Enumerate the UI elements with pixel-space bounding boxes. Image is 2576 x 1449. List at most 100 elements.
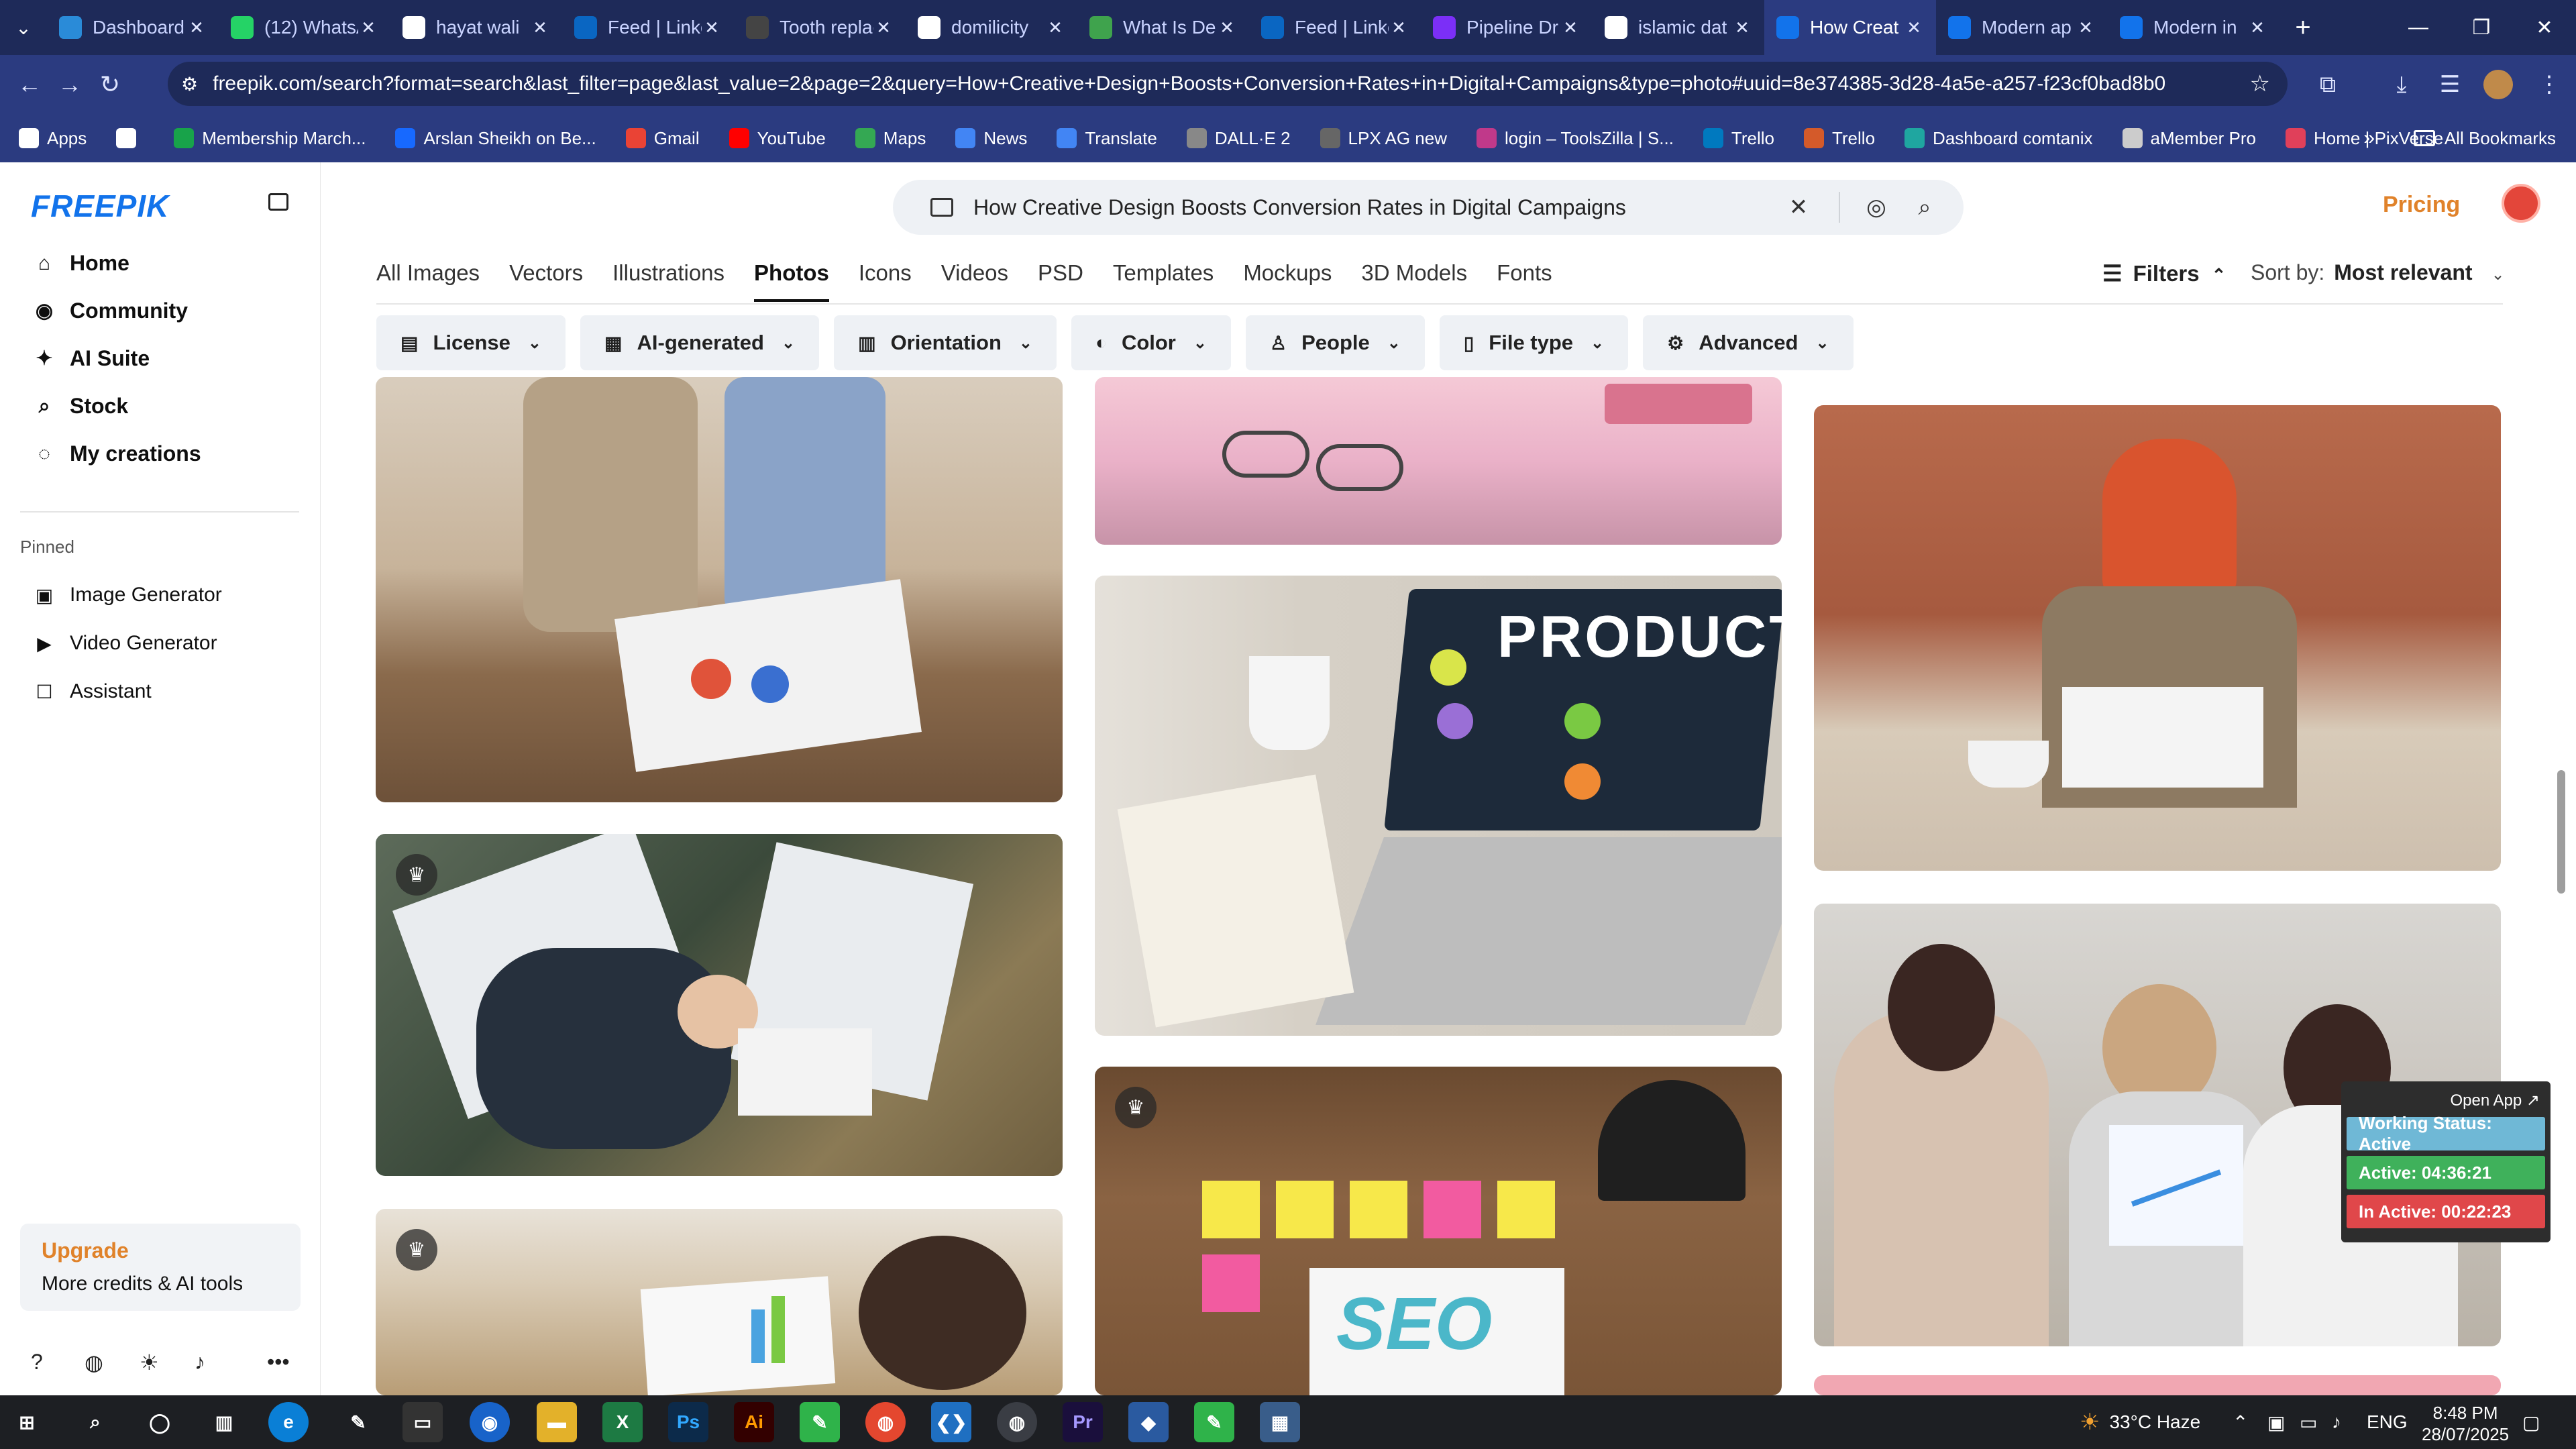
close-tab-icon[interactable]: ✕	[1217, 17, 1237, 38]
all-bookmarks-button[interactable]: All Bookmarks	[2413, 128, 2556, 149]
close-tab-icon[interactable]: ✕	[1904, 17, 1924, 38]
photoshop-icon[interactable]: Ps	[668, 1402, 708, 1442]
site-info-icon[interactable]: ⚙	[181, 73, 198, 95]
clear-search-icon[interactable]: ✕	[1778, 180, 1819, 235]
url-field[interactable]: ⚙ freepik.com/search?format=search&last_…	[168, 62, 2288, 106]
back-icon[interactable]: ←	[9, 55, 50, 114]
browser-tab[interactable]: Tooth replacement✕	[734, 0, 906, 55]
discord-icon[interactable]: ◍	[85, 1350, 103, 1375]
chrome-icon[interactable]: ◍	[865, 1402, 906, 1442]
browser-tab[interactable]: What Is De ✕	[1077, 0, 1249, 55]
close-tab-icon[interactable]: ✕	[1045, 17, 1065, 38]
sidebar-item-community[interactable]: ◉ Community	[31, 299, 188, 323]
tab-photos[interactable]: Photos	[754, 260, 829, 302]
reload-icon[interactable]: ↻	[90, 55, 130, 114]
filter-license-dropdown[interactable]: ▤ License ⌄	[376, 315, 566, 370]
bookmark-item[interactable]: YouTube	[729, 128, 826, 149]
edge-icon[interactable]: e	[268, 1402, 309, 1442]
sidebar-pinned-assistant[interactable]: ☐ Assistant	[31, 680, 151, 703]
vscode-icon[interactable]: ❮❯	[931, 1402, 971, 1442]
tab-templates[interactable]: Templates	[1113, 260, 1214, 302]
user-avatar[interactable]	[2502, 184, 2540, 223]
sidebar-item-stock[interactable]: ⌕ Stock	[31, 394, 129, 419]
photo-tired-businessman[interactable]: ♛	[376, 834, 1063, 1176]
windows-start-icon[interactable]: ⊞	[7, 1402, 47, 1442]
tab-mockups[interactable]: Mockups	[1243, 260, 1332, 302]
tab-all-images[interactable]: All Images	[376, 260, 480, 302]
system-clock[interactable]: 8:48 PM 28/07/2025	[2422, 1402, 2509, 1445]
help-icon[interactable]: ?	[31, 1350, 43, 1375]
forward-icon[interactable]: →	[50, 55, 90, 114]
filter-people-dropdown[interactable]: ♙ People ⌄	[1245, 315, 1425, 370]
browser-menu-icon[interactable]: ⋮	[2522, 55, 2576, 114]
tray-app-icon[interactable]: ▣	[2267, 1395, 2285, 1449]
filter-color-dropdown[interactable]: ◐ Color ⌄	[1071, 315, 1231, 370]
weather-widget[interactable]: ☀ 33°C Haze	[2080, 1395, 2200, 1449]
browser-tab[interactable]: domilicity ✕	[906, 0, 1077, 55]
bookmark-item[interactable]	[116, 128, 144, 148]
filter-advanced-dropdown[interactable]: ⚙ Advanced ⌄	[1643, 315, 1854, 370]
bookmark-item[interactable]: Translate	[1057, 128, 1157, 149]
photo-team-charts-overhead[interactable]: ♛	[376, 1209, 1063, 1395]
close-tab-icon[interactable]: ✕	[2247, 17, 2267, 38]
close-tab-icon[interactable]: ✕	[186, 17, 207, 38]
close-window-button[interactable]: ✕	[2514, 0, 2575, 55]
task-view-icon[interactable]: ▥	[204, 1402, 244, 1442]
taskbar-search-icon[interactable]: ⌕	[75, 1402, 115, 1442]
sidebar-item-my-creations[interactable]: ◌ My creations	[31, 441, 201, 466]
more-options-icon[interactable]: •••	[267, 1350, 290, 1375]
download-icon[interactable]: ⤓	[2375, 55, 2428, 114]
tab-search-menu-icon[interactable]: ⌄	[0, 0, 47, 55]
filter-ai-generated-dropdown[interactable]: ▦ AI-generated ⌄	[580, 315, 820, 370]
bookmark-item[interactable]: Trello	[1803, 128, 1875, 149]
app-diamond-icon[interactable]: ◆	[1128, 1402, 1169, 1442]
extensions-icon[interactable]: ⧉	[2301, 55, 2355, 114]
browser-tab[interactable]: Feed | LinkedIn✕	[562, 0, 734, 55]
theme-icon[interactable]: ☀	[140, 1350, 159, 1375]
browser-tab[interactable]: (12) WhatsApp✕	[219, 0, 390, 55]
tab-illustrations[interactable]: Illustrations	[612, 260, 724, 302]
close-tab-icon[interactable]: ✕	[1732, 17, 1752, 38]
bookmark-item[interactable]: aMember Pro	[2122, 128, 2256, 149]
tab-vectors[interactable]: Vectors	[509, 260, 583, 302]
browser-tab[interactable]: Dashboard ✕	[47, 0, 219, 55]
browser-tab[interactable]: Feed | LinkedIn✕	[1249, 0, 1421, 55]
tab-icons[interactable]: Icons	[859, 260, 912, 302]
close-tab-icon[interactable]: ✕	[530, 17, 550, 38]
pricing-link[interactable]: Pricing	[2383, 192, 2460, 218]
bookmark-item[interactable]: LPX AG new	[1320, 128, 1447, 149]
close-tab-icon[interactable]: ✕	[2076, 17, 2096, 38]
green-pen-icon[interactable]: ✎	[1194, 1402, 1234, 1442]
bookmark-item[interactable]: Arslan Sheikh on Be...	[395, 128, 596, 149]
close-tab-icon[interactable]: ✕	[1389, 17, 1409, 38]
bookmark-item[interactable]: News	[955, 128, 1027, 149]
notifications-icon[interactable]: ▢	[2522, 1395, 2540, 1449]
bookmark-item[interactable]: Trello	[1703, 128, 1774, 149]
maximize-button[interactable]: ❐	[2451, 0, 2512, 55]
filters-toggle-button[interactable]: ☰ Filters ⌃	[2102, 260, 2226, 286]
close-tab-icon[interactable]: ✕	[702, 17, 722, 38]
tab-psd[interactable]: PSD	[1038, 260, 1083, 302]
sidebar-pinned-image-generator[interactable]: ▣ Image Generator	[31, 584, 222, 606]
new-tab-button[interactable]: +	[2279, 0, 2326, 55]
calculator-icon[interactable]: ▦	[1260, 1402, 1300, 1442]
browser-tab[interactable]: Modern ap ✕	[1936, 0, 2108, 55]
sidebar-item-home[interactable]: ⌂ Home	[31, 251, 129, 276]
photo-product-laptop[interactable]: PRODUCT	[1095, 576, 1782, 1036]
page-scrollbar-thumb[interactable]	[2557, 770, 2565, 894]
close-tab-icon[interactable]: ✕	[1560, 17, 1580, 38]
sidebar-toggle-icon[interactable]	[268, 193, 288, 211]
bookmarks-overflow-icon[interactable]: »	[2363, 127, 2375, 150]
file-explorer-icon[interactable]: ▬	[537, 1402, 577, 1442]
tab-3d-models[interactable]: 3D Models	[1361, 260, 1467, 302]
excel-icon[interactable]: X	[602, 1402, 643, 1442]
tray-expand-icon[interactable]: ⌃	[2233, 1395, 2248, 1449]
sort-dropdown[interactable]: Sort by: Most relevant ⌄	[2251, 260, 2505, 285]
close-tab-icon[interactable]: ✕	[873, 17, 894, 38]
chrome-active-icon[interactable]: ◍	[997, 1402, 1037, 1442]
browser-tab[interactable]: Pipeline Dr ✕	[1421, 0, 1593, 55]
photo-seo-desk-notes[interactable]: ♛ SEO	[1095, 1067, 1782, 1395]
filter-file-type-dropdown[interactable]: ▯ File type ⌄	[1439, 315, 1629, 370]
freepik-logo[interactable]: FREEPIK	[31, 188, 169, 224]
photo-glasses-pink-desk[interactable]	[1095, 377, 1782, 545]
